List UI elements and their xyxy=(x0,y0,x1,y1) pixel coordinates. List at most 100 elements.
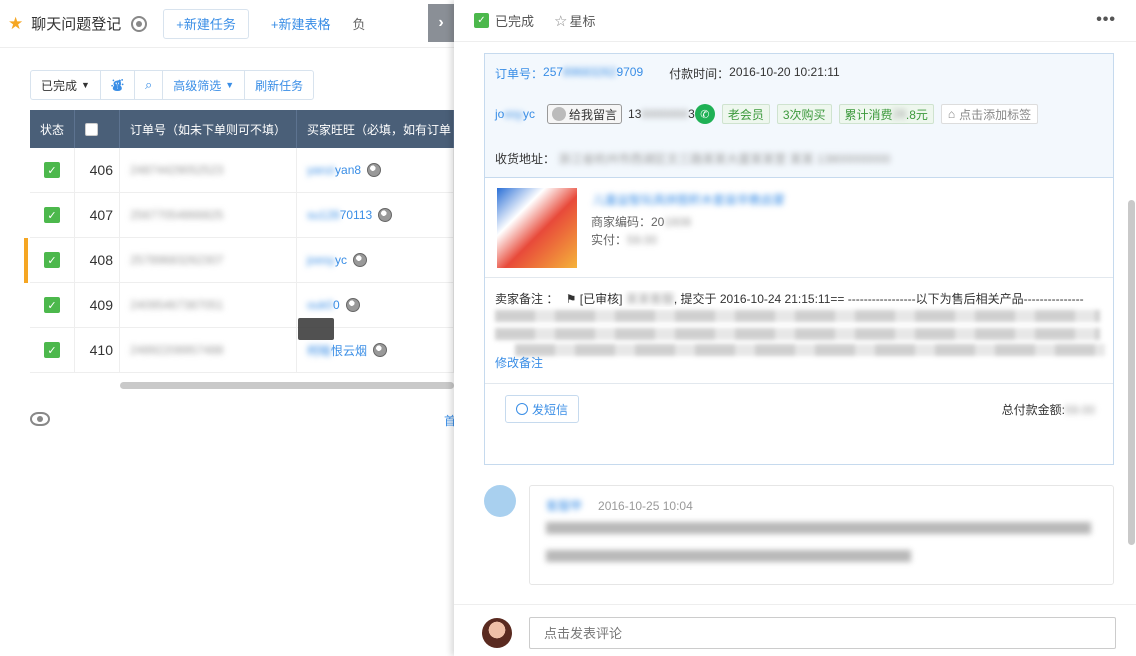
done-checkbox[interactable]: ✓ xyxy=(44,207,60,223)
edit-remark-link[interactable]: 修改备注 xyxy=(495,354,543,371)
done-checkbox[interactable]: ✓ xyxy=(44,297,60,313)
star-outline-icon[interactable]: ☆ xyxy=(554,12,567,30)
avatar[interactable] xyxy=(484,485,516,517)
wangwang-icon[interactable] xyxy=(345,298,360,312)
buyer-name[interactable]: yc xyxy=(335,253,347,267)
wangwang-icon xyxy=(552,107,567,121)
table-row[interactable]: ✓ 408 25789683262307 joesy yc xyxy=(24,237,454,283)
buyer-name[interactable]: 0 xyxy=(333,298,340,312)
eye-icon[interactable] xyxy=(30,412,50,426)
status-filter-dropdown[interactable]: 已完成 ▼ xyxy=(31,71,101,99)
comment-input[interactable] xyxy=(529,617,1116,649)
product-image[interactable] xyxy=(497,188,577,268)
buyer-name-blur[interactable]: yanzi xyxy=(307,163,335,177)
order-middle[interactable]: 89683262 xyxy=(563,65,616,82)
add-tag-label: 点击添加标签 xyxy=(959,107,1032,122)
pay-time-label: 付款时间： xyxy=(669,67,730,81)
leave-message-button[interactable]: 给我留言 xyxy=(547,104,623,124)
total-value: 59.00 xyxy=(1064,403,1095,417)
task-list-area: ★ 聊天问题登记 +新建任务 +新建表格 负 › 已完成 ▼ ⛇ ⌕ 高级筛选 … xyxy=(0,0,454,656)
advanced-filter-dropdown[interactable]: 高级筛选 ▼ xyxy=(163,71,246,99)
done-checkbox[interactable]: ✓ xyxy=(44,252,60,268)
comment-blurred-line xyxy=(546,522,1091,534)
header-status[interactable]: 状态 xyxy=(30,110,75,148)
tag-total-spend[interactable]: 累计消费 28.8元 xyxy=(838,104,934,124)
order-number: 24892208957488 xyxy=(130,343,224,357)
filter-toolbar: 已完成 ▼ ⛇ ⌕ 高级筛选 ▼ 刷新任务 xyxy=(30,70,315,100)
search-icon: ⌕ xyxy=(144,77,153,92)
remark-audit-status: [已审核] xyxy=(579,292,623,306)
phone-middle: 8888888 xyxy=(641,107,689,121)
gear-icon[interactable] xyxy=(131,15,148,32)
product-item: 儿童益智玩具拼图积木套装早教启蒙 商家编码：201608 实付：59.00 xyxy=(485,178,1113,278)
comment-user[interactable]: 客服甲 xyxy=(546,499,582,513)
spend-amount: .8元 xyxy=(905,107,928,122)
done-checkbox[interactable]: ✓ xyxy=(474,13,489,28)
add-tag-button[interactable]: ⌂ 点击添加标签 xyxy=(940,104,1039,124)
paid-label: 实付： xyxy=(591,233,628,247)
table-row[interactable]: ✓ 409 24095467387051 ouk0 0 xyxy=(30,282,454,328)
phone-icon[interactable]: ✆ xyxy=(694,104,715,124)
buyer-name-blur[interactable]: 柯暗 xyxy=(307,342,331,359)
buyer-name[interactable]: yan8 xyxy=(335,163,361,177)
more-menu-label[interactable]: 负 xyxy=(352,14,365,33)
flag-icon: ⚑ xyxy=(565,292,577,306)
new-form-button[interactable]: +新建表格 xyxy=(271,14,331,33)
select-all-checkbox[interactable] xyxy=(85,122,98,136)
refresh-button[interactable]: 刷新任务 xyxy=(245,71,313,99)
address-label: 收货地址： xyxy=(495,152,556,166)
wangwang-icon[interactable] xyxy=(367,163,382,177)
done-checkbox[interactable]: ✓ xyxy=(44,162,60,178)
table-header: 状态 订单号（如未下单则可不填） 买家旺旺（必填，如有订单 xyxy=(30,110,454,148)
table-row[interactable]: ✓ 410 24892208957488 柯暗 恨云烟 xyxy=(30,327,454,373)
collapse-panel-button[interactable]: › xyxy=(428,4,454,42)
horizontal-scrollbar[interactable] xyxy=(120,382,454,389)
pager-first[interactable]: 首 xyxy=(444,412,454,429)
wangwang-icon[interactable] xyxy=(373,343,388,357)
order-number: 24095467387051 xyxy=(130,298,224,312)
remark-blurred-line xyxy=(495,328,1100,340)
buyer-name-blur[interactable]: su128 xyxy=(307,208,340,222)
header-buyer[interactable]: 买家旺旺（必填，如有订单 xyxy=(297,110,454,148)
table-row[interactable]: ✓ 406 24874429052523 yanzi yan8 xyxy=(30,147,454,193)
product-title[interactable]: 儿童益智玩具拼图积木套装早教启蒙 xyxy=(593,191,953,208)
buyer-name-blur[interactable]: joesy xyxy=(307,253,335,267)
phone-suffix: 3 xyxy=(688,107,695,121)
buyer-name[interactable]: 恨云烟 xyxy=(331,342,367,359)
buyer-middle[interactable]: esy xyxy=(504,107,523,121)
app-title: 聊天问题登记 xyxy=(31,16,122,33)
tag-purchase-count[interactable]: 3次购买 xyxy=(776,104,832,124)
spend-label: 累计消费 xyxy=(844,107,893,122)
buyer-suffix[interactable]: yc xyxy=(523,107,535,121)
row-id: 408 xyxy=(75,237,120,283)
done-checkbox[interactable]: ✓ xyxy=(44,342,60,358)
panel-scrollbar[interactable] xyxy=(1128,200,1135,545)
row-id: 407 xyxy=(75,192,120,238)
new-task-button[interactable]: +新建任务 xyxy=(163,8,249,39)
header-order[interactable]: 订单号（如未下单则可不填） xyxy=(120,110,297,148)
comment-blurred-line xyxy=(546,550,911,562)
buyer-prefix[interactable]: jo xyxy=(495,107,504,121)
star-icon[interactable]: ★ xyxy=(8,14,23,34)
avatar[interactable] xyxy=(482,618,512,648)
status-filter-label: 已完成 xyxy=(41,78,78,93)
wangwang-icon[interactable] xyxy=(378,208,393,222)
header-select-all[interactable] xyxy=(75,110,120,148)
order-prefix[interactable]: 257 xyxy=(543,65,563,82)
search-button[interactable]: ⌕ xyxy=(135,71,164,99)
user-filter-button[interactable]: ⛇ xyxy=(101,71,135,99)
tag-old-member[interactable]: 老会员 xyxy=(721,104,770,124)
buyer-name[interactable]: 70113 xyxy=(340,208,372,222)
spend-amount-blur: 28 xyxy=(892,107,906,121)
remark-blurred-line xyxy=(495,310,1100,322)
star-label[interactable]: 星标 xyxy=(569,11,595,30)
table-row[interactable]: ✓ 407 25677054866825 su128 70113 xyxy=(30,192,454,238)
send-sms-button[interactable]: 发短信 xyxy=(505,395,580,423)
remark-blurred-line xyxy=(515,344,1105,356)
done-label: 已完成 xyxy=(495,14,535,29)
buyer-name-blur[interactable]: ouk0 xyxy=(307,298,333,312)
order-suffix[interactable]: 9709 xyxy=(616,65,643,82)
order-number: 25677054866825 xyxy=(130,208,224,222)
wangwang-icon[interactable] xyxy=(353,253,368,267)
more-options-icon[interactable]: ••• xyxy=(1096,11,1116,29)
